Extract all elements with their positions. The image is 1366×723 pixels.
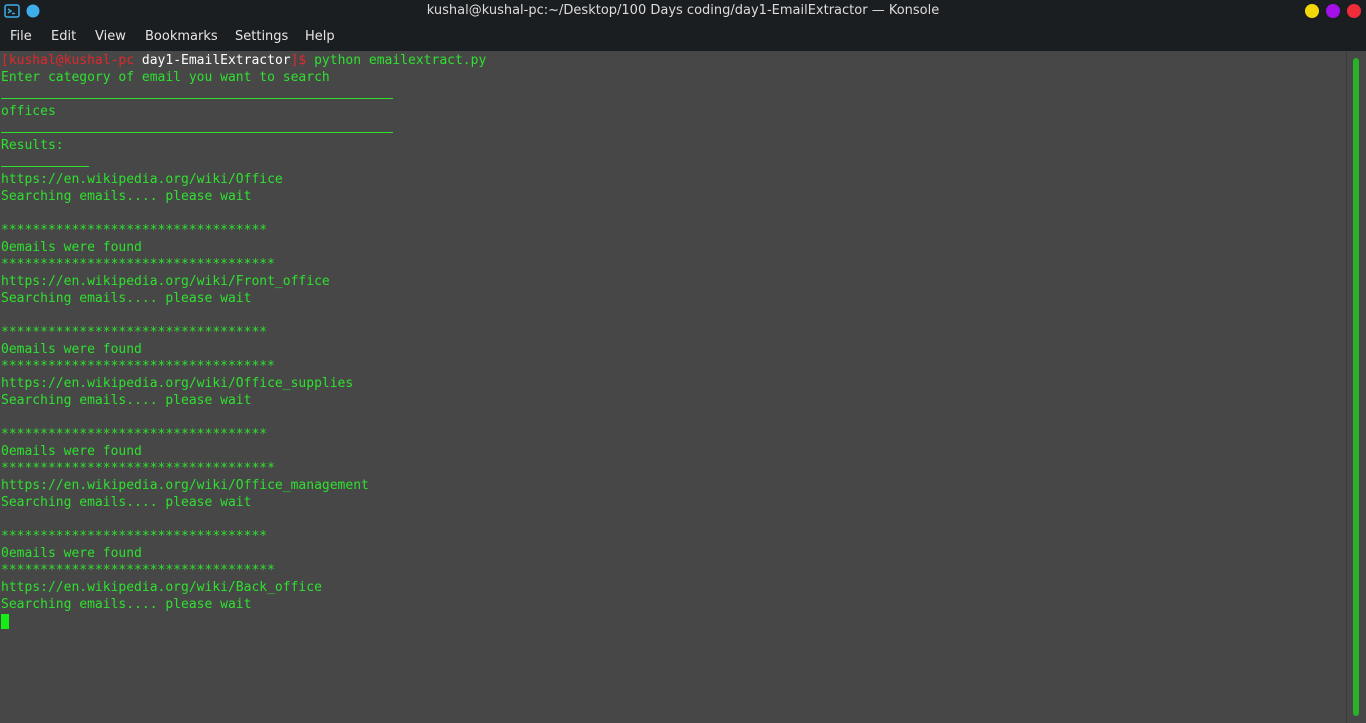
output-line: *********************************** (1, 461, 275, 476)
output-line: Searching emails.... please wait (1, 189, 252, 204)
menu-edit[interactable]: Edit (51, 22, 76, 51)
terminal-output[interactable]: [kushal@kushal-pc day1-EmailExtractor]$ … (0, 51, 1346, 723)
close-button[interactable] (1347, 4, 1361, 18)
scrollbar-thumb[interactable] (1353, 58, 1359, 716)
prompt-user-host: kushal@kushal-pc (8, 53, 135, 68)
prompt-command: python emailextract.py (306, 53, 487, 68)
output-line: Searching emails.... please wait (1, 597, 252, 612)
menu-file[interactable]: File (10, 22, 32, 51)
output-line: https://en.wikipedia.org/wiki/Office_man… (1, 478, 369, 493)
output-line: ********************************** (1, 325, 268, 340)
output-line: ********************************** (1, 223, 268, 238)
minimize-button[interactable] (1305, 4, 1319, 18)
shell-prompt: [kushal@kushal-pc day1-EmailExtractor]$ … (1, 52, 486, 69)
text-cursor (1, 614, 9, 629)
output-line: Searching emails.... please wait (1, 291, 252, 306)
output-line: https://en.wikipedia.org/wiki/Front_offi… (1, 274, 330, 289)
underline-rule (1, 98, 393, 99)
output-line: Searching emails.... please wait (1, 393, 252, 408)
output-line: *********************************** (1, 257, 275, 272)
prompt-cwd: day1-EmailExtractor (134, 53, 291, 68)
output-line: 0emails were found (1, 546, 142, 561)
output-line: ********************************** (1, 529, 268, 544)
prompt-bracket-close: ]$ (290, 53, 307, 68)
maximize-button[interactable] (1326, 4, 1340, 18)
output-line: *********************************** (1, 563, 275, 578)
prompt-bracket-open: [ (1, 53, 9, 68)
output-line: Searching emails.... please wait (1, 495, 252, 510)
output-line: https://en.wikipedia.org/wiki/Office_sup… (1, 376, 354, 391)
menu-bar: File Edit View Bookmarks Settings Help (0, 22, 1366, 51)
output-line: Enter category of email you want to sear… (1, 70, 330, 85)
underline-rule (1, 132, 393, 133)
menu-bookmarks[interactable]: Bookmarks (145, 22, 218, 51)
output-line: ********************************** (1, 427, 268, 442)
underline-rule (1, 166, 89, 167)
menu-settings[interactable]: Settings (235, 22, 288, 51)
scrollbar[interactable] (1346, 51, 1366, 723)
menu-view[interactable]: View (95, 22, 126, 51)
output-line: https://en.wikipedia.org/wiki/Back_offic… (1, 580, 322, 595)
window-title: kushal@kushal-pc:~/Desktop/100 Days codi… (426, 3, 940, 18)
menu-help[interactable]: Help (305, 22, 335, 51)
output-line: 0emails were found (1, 240, 142, 255)
title-bar[interactable]: kushal@kushal-pc:~/Desktop/100 Days codi… (0, 0, 1366, 22)
output-line: 0emails were found (1, 342, 142, 357)
output-line: 0emails were found (1, 444, 142, 459)
output-line: offices (1, 104, 56, 119)
output-line: Results: (1, 138, 64, 153)
output-line: https://en.wikipedia.org/wiki/Office (1, 172, 283, 187)
output-line: *********************************** (1, 359, 275, 374)
